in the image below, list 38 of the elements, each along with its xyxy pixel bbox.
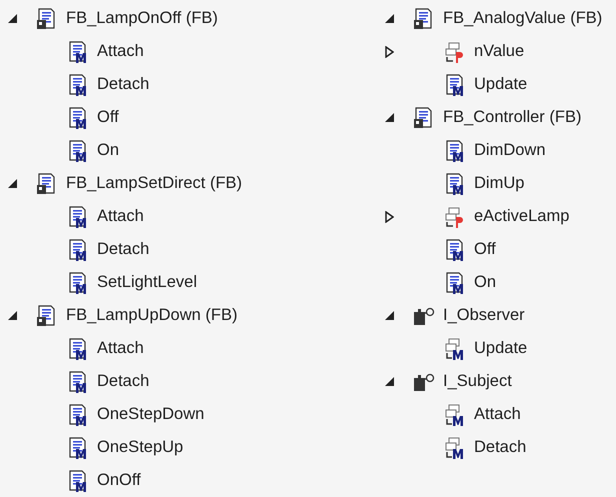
- tree-item-label[interactable]: I_Subject: [443, 369, 512, 394]
- tree-item-label[interactable]: Detach: [97, 369, 150, 394]
- collapse-arrow-icon[interactable]: [8, 14, 16, 23]
- tree-item-label[interactable]: Update: [474, 72, 528, 97]
- tree-item-label[interactable]: SetLightLevel: [97, 270, 197, 295]
- tree-item-label[interactable]: Attach: [97, 204, 144, 229]
- tree-item-label[interactable]: FB_LampSetDirect (FB): [66, 171, 242, 196]
- tree-item-label[interactable]: Detach: [97, 72, 150, 97]
- tree-item-label[interactable]: OneStepUp: [97, 435, 184, 460]
- tree-item-label[interactable]: FB_Controller (FB): [443, 105, 582, 130]
- expand-arrow-icon[interactable]: [384, 46, 394, 58]
- tree-item-label[interactable]: OneStepDown: [97, 402, 204, 427]
- tree-item-label[interactable]: On: [474, 270, 496, 295]
- tree-item-label[interactable]: Attach: [97, 336, 144, 361]
- tree-item-label[interactable]: Detach: [97, 237, 150, 262]
- tree-item-label[interactable]: Update: [474, 336, 528, 361]
- tree-item-label[interactable]: I_Observer: [443, 303, 525, 328]
- tree-item-label[interactable]: Attach: [474, 402, 521, 427]
- tree-item-label[interactable]: Off: [474, 237, 496, 262]
- collapse-arrow-icon[interactable]: [8, 311, 16, 320]
- tree-item-label[interactable]: Attach: [97, 39, 144, 64]
- tree-item-label[interactable]: DimUp: [474, 171, 524, 196]
- collapse-arrow-icon[interactable]: [384, 14, 394, 23]
- collapse-arrow-icon[interactable]: [384, 311, 394, 320]
- tree-item-label[interactable]: FB_LampOnOff (FB): [66, 6, 218, 31]
- tree-item-label[interactable]: Detach: [474, 435, 526, 460]
- tree-item-label[interactable]: On: [97, 138, 120, 163]
- tree-item-label[interactable]: eActiveLamp: [474, 204, 570, 229]
- collapse-arrow-icon[interactable]: [8, 179, 16, 188]
- collapse-arrow-icon[interactable]: [384, 113, 394, 122]
- expand-arrow-icon[interactable]: [384, 210, 394, 222]
- tree-item-label[interactable]: Off: [97, 105, 119, 130]
- tree-item-label[interactable]: DimDown: [474, 138, 546, 163]
- tree-item-label[interactable]: nValue: [474, 39, 524, 64]
- tree-item-label[interactable]: OnOff: [97, 468, 141, 493]
- tree-item-label[interactable]: FB_AnalogValue (FB): [443, 6, 602, 31]
- collapse-arrow-icon[interactable]: [384, 377, 394, 386]
- tree-item-label[interactable]: FB_LampUpDown (FB): [66, 303, 238, 328]
